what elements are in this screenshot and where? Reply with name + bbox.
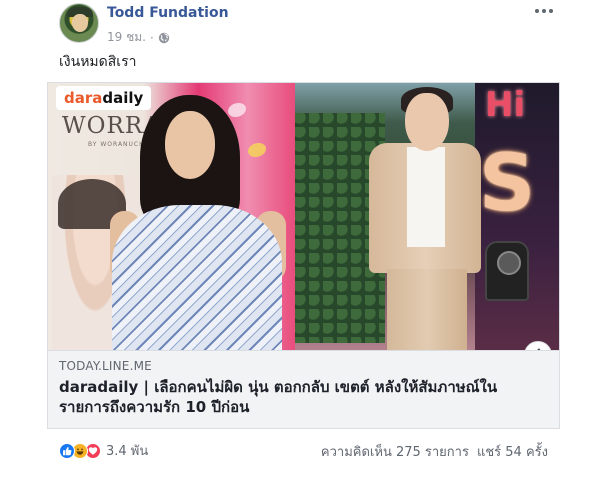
butterfly-decoration [228, 103, 246, 117]
daradaily-logo: dara daily [56, 86, 152, 110]
shares-count-link[interactable]: แชร์ 54 ครั้ง [477, 441, 548, 462]
more-options-button[interactable] [534, 4, 554, 18]
comments-count-link[interactable]: ความคิดเห็น 275 รายการ [321, 441, 469, 462]
neon-sign-letters: Hi [485, 85, 526, 125]
neon-sign-s: S [479, 139, 536, 229]
ellipsis-dot [549, 9, 553, 13]
reactions-summary[interactable]: 3.4 พัน [59, 440, 148, 461]
like-icon [59, 442, 75, 459]
meta-separator: · [149, 30, 154, 45]
facebook-post: Todd Fundation 19 ชม. · เงินหมดสิเรา WOR… [0, 0, 593, 477]
link-preview-image[interactable]: WORRA BY WORANUCH Hi S dara daily [48, 83, 559, 350]
link-preview-card[interactable]: WORRA BY WORANUCH Hi S dara daily TODAY.… [47, 82, 560, 429]
man-pants [387, 269, 467, 350]
avatar-face [72, 14, 88, 32]
post-timestamp[interactable]: 19 ชม. [107, 28, 146, 47]
woman-dress [112, 205, 282, 350]
reaction-count[interactable]: 3.4 พัน [106, 440, 148, 461]
author-avatar[interactable] [59, 3, 99, 43]
link-domain: TODAY.LINE.ME [59, 359, 152, 373]
woman-face [165, 111, 215, 179]
author-name[interactable]: Todd Fundation [107, 5, 229, 21]
logo-dara: dara [64, 89, 103, 107]
logo-daily: daily [102, 89, 144, 107]
stage-spotlight [485, 241, 529, 301]
poster-brand-subtext: BY WORANUCH [88, 141, 145, 148]
man-shirt [407, 147, 445, 247]
ellipsis-dot [542, 9, 546, 13]
link-preview-text[interactable]: TODAY.LINE.ME daradaily | เลือกคนไม่ผิด … [48, 350, 559, 428]
post-caption: เงินหมดสิเรา [59, 54, 137, 70]
engagement-stats: ความคิดเห็น 275 รายการ แชร์ 54 ครั้ง [321, 441, 548, 462]
image-left-panel: WORRA BY WORANUCH [48, 83, 295, 350]
image-right-panel: Hi S [295, 83, 559, 350]
ellipsis-horizontal-icon [535, 9, 539, 13]
post-meta: 19 ชม. · [107, 28, 170, 47]
globe-icon[interactable] [158, 32, 170, 44]
link-headline[interactable]: daradaily | เลือกคนไม่ผิด นุ่น ตอกกลับ เ… [59, 377, 529, 417]
butterfly-decoration [248, 143, 266, 157]
man-face [405, 93, 449, 151]
